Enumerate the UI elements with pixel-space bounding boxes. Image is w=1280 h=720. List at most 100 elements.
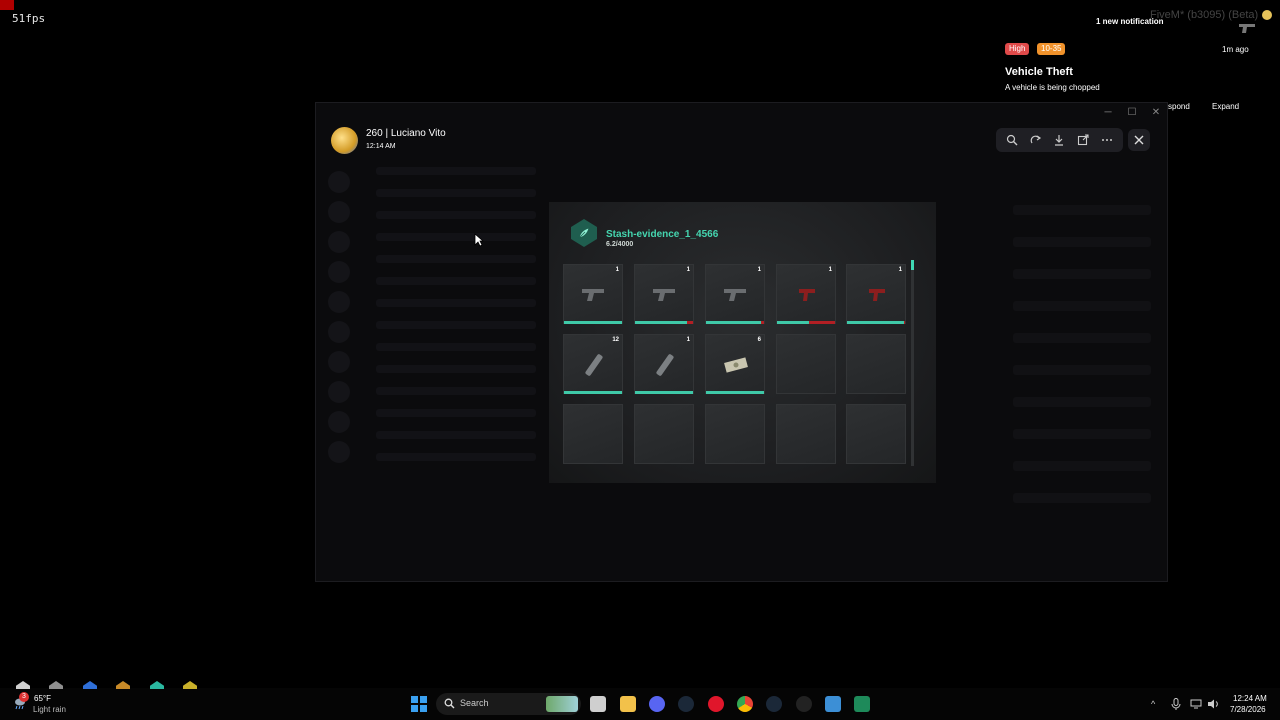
durability-bar	[777, 321, 835, 324]
search-highlight-image	[546, 696, 578, 712]
server-icon[interactable]	[328, 291, 350, 313]
server-icon[interactable]	[328, 411, 350, 433]
member-item[interactable]	[1013, 493, 1151, 503]
inventory-slot[interactable]	[846, 334, 906, 394]
fivem-icon	[1262, 10, 1272, 20]
network-icon[interactable]	[1190, 699, 1202, 709]
slot-count: 1	[757, 267, 761, 273]
member-item[interactable]	[1013, 429, 1151, 439]
respond-button[interactable]: spond	[1168, 102, 1190, 111]
inventory-scrollbar[interactable]	[911, 260, 914, 466]
avatar[interactable]	[331, 127, 358, 154]
server-icon[interactable]	[328, 351, 350, 373]
close-icon[interactable]: ✕	[1151, 107, 1161, 118]
channel-item[interactable]	[376, 431, 536, 439]
dispatch-notification[interactable]: High 10-35 1m ago Vehicle Theft A vehicl…	[1000, 38, 1260, 110]
terminal-icon[interactable]	[854, 696, 870, 712]
inventory-slot[interactable]: 6	[705, 334, 765, 394]
rotate-icon[interactable]	[1029, 133, 1043, 147]
volume-icon[interactable]	[1207, 699, 1219, 709]
start-button[interactable]	[411, 696, 427, 712]
channel-item[interactable]	[376, 189, 536, 197]
channel-item[interactable]	[376, 409, 536, 417]
code-badge: 10-35	[1037, 43, 1066, 55]
channel-item[interactable]	[376, 453, 536, 461]
maximize-icon[interactable]: ☐	[1127, 107, 1137, 118]
decorative-gem-icon	[150, 681, 164, 689]
file-explorer-icon[interactable]	[590, 696, 606, 712]
inventory-slot[interactable]: 1	[846, 264, 906, 324]
server-icon[interactable]	[328, 441, 350, 463]
server-icon[interactable]	[328, 231, 350, 253]
member-item[interactable]	[1013, 269, 1151, 279]
overlay-indicator	[0, 0, 14, 10]
channel-item[interactable]	[376, 167, 536, 175]
inventory-slot[interactable]: 1	[563, 264, 623, 324]
channel-item[interactable]	[376, 321, 536, 329]
server-icon[interactable]	[328, 381, 350, 403]
folder-icon[interactable]	[620, 696, 636, 712]
scroll-thumb[interactable]	[911, 260, 914, 270]
weather-description[interactable]: Light rain	[33, 705, 66, 714]
inventory-slot[interactable]: 1	[634, 264, 694, 324]
viewer-username[interactable]: 260 | Luciano Vito	[366, 128, 446, 139]
inventory-slot[interactable]: 1	[705, 264, 765, 324]
expand-button[interactable]: Expand	[1212, 102, 1239, 111]
taskbar	[0, 688, 1280, 720]
server-icon[interactable]	[328, 321, 350, 343]
channel-item[interactable]	[376, 387, 536, 395]
inventory-slot[interactable]	[776, 334, 836, 394]
tray-overflow-icon[interactable]: ^	[1151, 699, 1155, 709]
server-icon[interactable]	[328, 261, 350, 283]
server-icon[interactable]	[328, 201, 350, 223]
member-item[interactable]	[1013, 397, 1151, 407]
member-item[interactable]	[1013, 205, 1151, 215]
inventory-slot[interactable]	[846, 404, 906, 464]
inventory-slot[interactable]	[705, 404, 765, 464]
clock-date[interactable]: 7/28/2026	[1230, 705, 1266, 714]
download-icon[interactable]	[1052, 133, 1066, 147]
inventory-slot[interactable]	[563, 404, 623, 464]
taskbar-search[interactable]: Search	[436, 693, 581, 715]
inventory-slot[interactable]	[776, 404, 836, 464]
obs-icon[interactable]	[796, 696, 812, 712]
durability-loss	[808, 321, 835, 324]
member-item[interactable]	[1013, 333, 1151, 343]
fps-counter: 51fps	[12, 12, 46, 25]
chrome-icon[interactable]	[737, 696, 753, 712]
inventory-slot[interactable]: 1	[634, 334, 694, 394]
channel-item[interactable]	[376, 343, 536, 351]
clock-time[interactable]: 12:24 AM	[1233, 694, 1267, 703]
inventory-slot[interactable]	[634, 404, 694, 464]
server-icon[interactable]	[328, 171, 350, 193]
member-item[interactable]	[1013, 461, 1151, 471]
member-item[interactable]	[1013, 237, 1151, 247]
inventory-slot[interactable]: 12	[563, 334, 623, 394]
viewer-toolbar	[996, 128, 1123, 152]
minimize-icon[interactable]: ─	[1103, 107, 1113, 118]
weather-badge: 3	[19, 692, 29, 702]
notification-count: 1 new notification	[1096, 17, 1164, 26]
opera-icon[interactable]	[708, 696, 724, 712]
channel-item[interactable]	[376, 277, 536, 285]
discord-icon[interactable]	[649, 696, 665, 712]
inventory-slot[interactable]: 1	[776, 264, 836, 324]
steam-icon[interactable]	[678, 696, 694, 712]
durability-bar	[635, 321, 693, 324]
member-item[interactable]	[1013, 301, 1151, 311]
channel-item[interactable]	[376, 255, 536, 263]
channel-item[interactable]	[376, 233, 536, 241]
more-icon[interactable]	[1100, 133, 1114, 147]
durability-bar	[847, 321, 905, 324]
steam-icon[interactable]	[766, 696, 782, 712]
weather-temp[interactable]: 65°F	[34, 694, 51, 703]
viewer-close-button[interactable]	[1128, 129, 1150, 151]
zoom-icon[interactable]	[1005, 133, 1019, 147]
channel-item[interactable]	[376, 211, 536, 219]
open-external-icon[interactable]	[1076, 133, 1090, 147]
snipping-tool-icon[interactable]	[825, 696, 841, 712]
channel-item[interactable]	[376, 365, 536, 373]
microphone-icon[interactable]	[1171, 698, 1181, 710]
member-item[interactable]	[1013, 365, 1151, 375]
channel-item[interactable]	[376, 299, 536, 307]
